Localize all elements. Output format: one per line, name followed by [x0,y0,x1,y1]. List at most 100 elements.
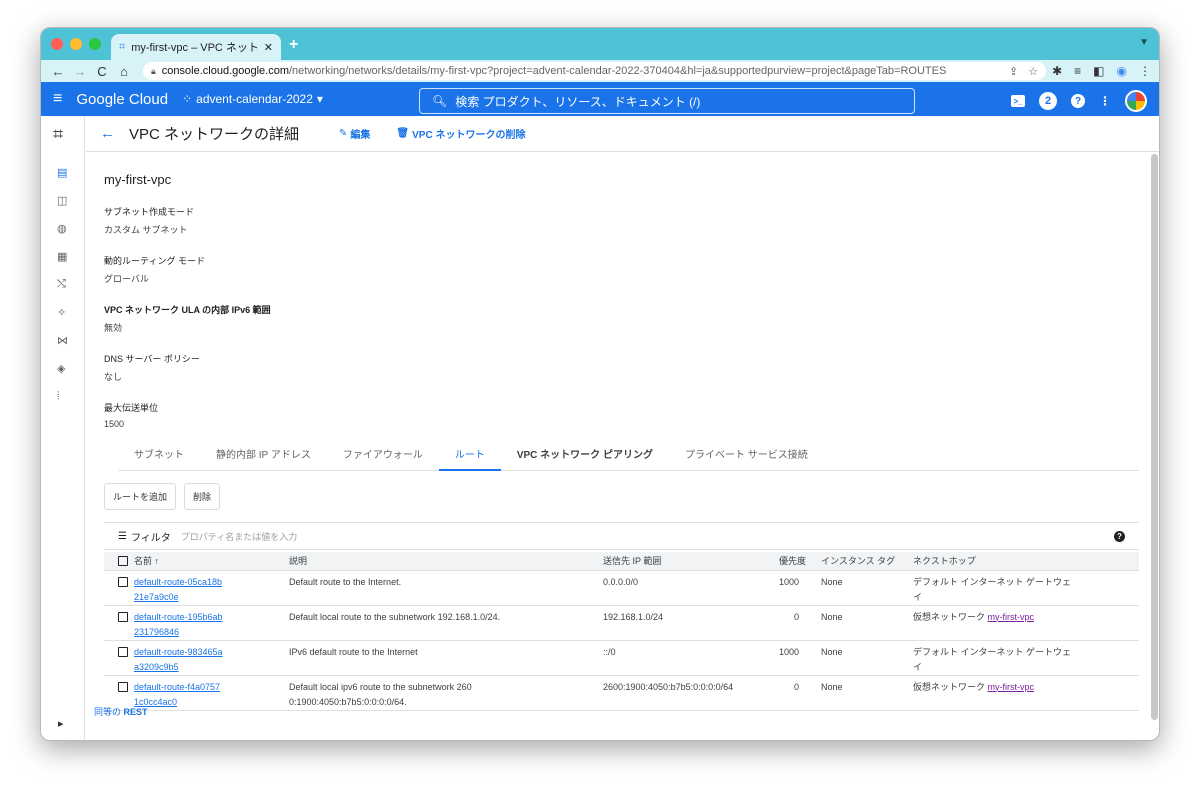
tab-close-icon[interactable]: ✕ [264,41,273,54]
header-name[interactable]: 名前 ↑ [134,552,289,571]
side-panel-icon[interactable]: ◧ [1093,64,1104,78]
google-cloud-logo[interactable]: Google Cloud [76,91,168,108]
share-icon[interactable]: ⇪ [1009,65,1018,78]
route-dest-cell: ::/0 [603,640,779,676]
sort-arrow-up-icon: ↑ [154,556,160,567]
tab-peering[interactable]: VPC ネットワーク ピアリング [501,447,669,471]
bookmark-star-icon[interactable]: ☆ [1028,65,1038,78]
route-hop-cell: 仮想ネットワーク my-first-vpc [913,605,1139,641]
back-arrow-icon[interactable]: ← [100,125,115,142]
route-priority-cell: 1000 [779,570,822,606]
tab-static-ip[interactable]: 静的内部 IP アドレス [200,447,327,471]
header-label: 名前 [134,556,153,567]
minimize-window-button[interactable] [70,38,82,50]
lock-icon: 🔒︎ [151,65,156,76]
maximize-window-button[interactable] [89,38,101,50]
tab-subnets[interactable]: サブネット [118,447,200,471]
route-tags-cell: None [821,570,914,606]
row-checkbox[interactable] [118,646,128,657]
property-label: DNS サーバー ポリシー [104,354,200,364]
route-hop-text: デフォルト インターネット ゲートウェイ [913,576,1072,602]
vpc-networks-icon[interactable]: ▤ [57,166,67,179]
route-desc-cell: IPv6 default route to the Internet [289,640,603,676]
help-icon[interactable]: ? [1071,94,1085,108]
vpc-product-icon[interactable]: ⌗ [53,124,63,145]
ip-addresses-icon[interactable]: ◫ [57,194,67,207]
reload-icon[interactable]: C [93,64,111,79]
home-icon[interactable]: ⌂ [115,64,133,79]
globe-icon[interactable]: ◍ [57,222,67,235]
route-name-link[interactable]: default-route-05ca18b21e7a9c0e [134,575,224,605]
filter-bar[interactable]: ☰ フィルタ プロパティ名または値を入力 ? [104,522,1139,550]
left-nav-rail: ⌗ ▤ ◫ ◍ ▦ ⤭ ✧ ⋈ ◈ ⦙ ▸ [41,116,85,740]
menu-kebab-icon[interactable]: ⋮ [1139,64,1151,78]
tab-private-service-connect[interactable]: プライベート サービス接続 [669,447,824,471]
browser-tab[interactable]: ⌗ my-first-vpc – VPC ネットワー ✕ [111,34,281,60]
vertical-scrollbar[interactable] [1151,154,1158,720]
header-actions: >_ 2 ? ⋮ [1011,88,1147,114]
tab-search-chevron-icon[interactable]: ▼ [1139,37,1149,48]
shared-vpc-icon[interactable]: ◈ [57,362,65,375]
filter-input[interactable]: プロパティ名または値を入力 [181,530,297,543]
table-row: default-route-05ca18b21e7a9c0e Default r… [104,570,1139,606]
help-icon[interactable]: ? [1114,531,1125,542]
row-select-cell [104,605,134,641]
trash-icon: 🗑︎ [396,128,410,139]
tab-title: my-first-vpc – VPC ネットワー [131,42,260,54]
page-title: VPC ネットワークの詳細 [129,126,300,143]
peering-icon[interactable]: ✧ [57,306,66,319]
notifications-badge[interactable]: 2 [1039,92,1057,110]
search-input[interactable]: 🔍︎ 検索 プロダクト、リソース、ドキュメント (/) [419,88,915,114]
header-instance-tags: インスタンス タグ [821,552,914,571]
profile-icon[interactable]: ◉ [1117,64,1127,78]
extensions-puzzle-icon[interactable]: ✱ [1052,64,1062,78]
tab-routes[interactable]: ルート [438,447,501,471]
close-window-button[interactable] [51,38,63,50]
firewall-icon[interactable]: ▦ [57,250,67,263]
select-all-header [104,552,134,571]
url-host: console.cloud.google.com [161,65,289,77]
routes-table: 名前 ↑ 説明 送信先 IP 範囲 優先度 インスタンス タグ ネクストホップ … [104,552,1139,711]
project-selector[interactable]: ⁘ advent-calendar-2022 ▾ [182,92,323,106]
edit-button[interactable]: ✎ 編集 [339,126,370,141]
cloud-shell-icon[interactable]: >_ [1011,95,1025,107]
route-name-link[interactable]: default-route-983465aa3209c9b5 [134,645,224,675]
property-label: 動的ルーティング モード [104,256,205,266]
row-checkbox[interactable] [118,681,128,692]
new-tab-icon[interactable]: + [289,36,298,54]
property-value: グローバル [104,274,149,284]
property-mtu: 最大伝送単位 1500 [104,401,1139,429]
delete-route-button[interactable]: 削除 [184,483,221,510]
property-value: 無効 [104,323,123,333]
address-bar: ← → C ⌂ 🔒︎ console.cloud.google.com/netw… [41,60,1159,82]
more-options-icon[interactable]: ⋮ [1099,94,1111,108]
page-titlebar: ← VPC ネットワークの詳細 ✎ 編集 🗑︎ VPC ネットワークの削除 [86,116,1159,152]
hamburger-menu-icon[interactable]: ≡ [53,90,62,108]
route-hop-text: 仮想ネットワーク [913,611,988,622]
reading-list-icon[interactable]: ≡ [1074,64,1081,78]
property-value: なし [104,372,123,382]
vpc-network-link[interactable]: my-first-vpc [988,612,1035,622]
url-field[interactable]: 🔒︎ console.cloud.google.com/networking/n… [143,62,1047,80]
row-checkbox[interactable] [118,576,128,587]
delete-vpc-button[interactable]: 🗑︎ VPC ネットワークの削除 [396,126,525,141]
expand-nav-icon[interactable]: ▸ [58,717,64,730]
forward-arrow-icon[interactable]: → [71,64,89,79]
header-priority: 優先度 [779,552,822,571]
route-dest-cell: 192.168.1.0/24 [603,605,779,641]
main-content: ← VPC ネットワークの詳細 ✎ 編集 🗑︎ VPC ネットワークの削除 my-f… [86,116,1159,740]
vpc-network-link[interactable]: my-first-vpc [988,682,1035,692]
equivalent-rest-link[interactable]: 同等の REST [94,705,148,718]
route-name-link[interactable]: default-route-195b6ab231796846 [134,610,224,640]
avatar[interactable] [1125,90,1147,112]
back-arrow-icon[interactable]: ← [49,64,67,79]
packet-mirroring-icon[interactable]: ⦙ [57,390,59,403]
bowtie-icon[interactable]: ⋈ [57,334,68,347]
route-name-cell: default-route-f4a07571c0cc4ac0 [134,675,289,711]
select-all-checkbox[interactable] [118,555,128,566]
tab-firewall[interactable]: ファイアウォール [327,447,439,471]
row-checkbox[interactable] [118,611,128,622]
routes-icon[interactable]: ⤭ [57,278,66,291]
route-dest-cell: 0.0.0.0/0 [603,570,779,606]
add-route-button[interactable]: ルートを追加 [104,483,177,510]
